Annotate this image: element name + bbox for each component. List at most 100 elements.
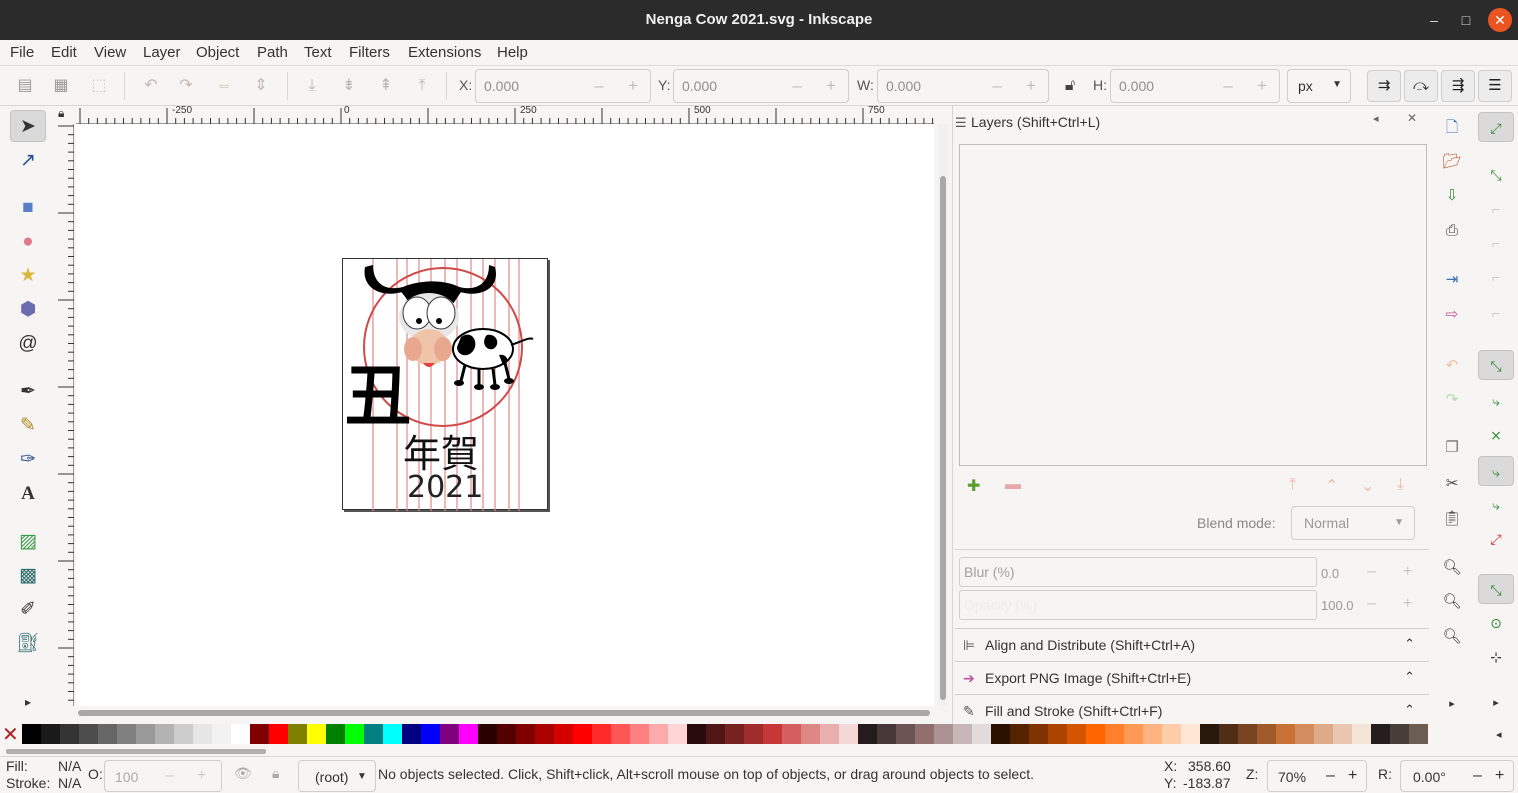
layer-to-bottom-icon[interactable]: ⤓ xyxy=(1397,476,1404,494)
lock-ratio-icon[interactable]: 🔓︎ xyxy=(1059,75,1081,97)
lower-icon[interactable]: ⇟ xyxy=(338,75,360,97)
snap-bbox-midpoint-icon[interactable]: ⌐ xyxy=(1478,262,1514,292)
lock-guides-icon[interactable]: 🔒︎ xyxy=(58,106,64,121)
fill-stroke-panel[interactable]: ✎ Fill and Stroke (Shift+Ctrl+F) ⌃ xyxy=(955,694,1429,724)
color-swatch[interactable] xyxy=(1219,724,1238,744)
color-swatch[interactable] xyxy=(155,724,174,744)
color-swatch[interactable] xyxy=(250,724,269,744)
align-distribute-panel[interactable]: ⊫ Align and Distribute (Shift+Ctrl+A) ⌃ xyxy=(955,628,1429,660)
chevron-up-icon[interactable]: ⌃ xyxy=(1404,636,1415,652)
opacity-decrement[interactable]: – xyxy=(165,767,174,785)
color-swatch[interactable] xyxy=(231,724,250,744)
color-swatch[interactable] xyxy=(706,724,725,744)
color-swatch[interactable] xyxy=(1029,724,1048,744)
color-swatch[interactable] xyxy=(79,724,98,744)
layers-list[interactable] xyxy=(959,144,1427,466)
w-decrement[interactable]: – xyxy=(984,76,1010,96)
color-swatch[interactable] xyxy=(801,724,820,744)
color-swatch[interactable] xyxy=(763,724,782,744)
stroke-value[interactable]: N/A xyxy=(58,775,81,791)
snap-bbox-corner-icon[interactable]: ⌐ xyxy=(1478,228,1514,258)
color-swatch[interactable] xyxy=(934,724,953,744)
deselect-icon[interactable]: ⬚ xyxy=(88,75,110,97)
blur-field[interactable]: Blur (%) xyxy=(959,557,1317,587)
color-swatch[interactable] xyxy=(915,724,934,744)
w-increment[interactable]: + xyxy=(1018,76,1044,96)
expand-snap-icon[interactable]: ▸ xyxy=(1478,688,1514,718)
import-icon[interactable]: ⇥ xyxy=(1440,268,1464,292)
rotate-cw-icon[interactable]: ↷ xyxy=(175,75,197,97)
cut-icon[interactable]: ✂ xyxy=(1440,472,1464,496)
color-swatch[interactable] xyxy=(1124,724,1143,744)
color-swatch[interactable] xyxy=(345,724,364,744)
zoom-selection-icon[interactable]: 🔍︎ xyxy=(1440,556,1464,580)
fill-value[interactable]: N/A xyxy=(58,758,81,774)
zoom-drawing-icon[interactable]: 🔍︎ xyxy=(1440,590,1464,614)
page[interactable]: 丑 年賀 2021 xyxy=(342,258,549,511)
flip-horizontal-icon[interactable]: ⇔ xyxy=(213,75,235,97)
rotate-spin[interactable]: 0.00° – + xyxy=(1400,760,1514,792)
color-swatch[interactable] xyxy=(1390,724,1409,744)
snap-nodes-icon[interactable]: ⤡ xyxy=(1478,350,1514,380)
transform-patterns-toggle[interactable]: ☰ xyxy=(1478,70,1512,102)
mesh-tool[interactable]: ▩ xyxy=(10,560,46,592)
snap-rotation-center-icon[interactable]: ⊹ xyxy=(1478,642,1514,672)
dropper-tool[interactable]: ✐ xyxy=(10,594,46,626)
snap-bbox-edge-icon[interactable]: ⌐ xyxy=(1478,194,1514,224)
chevron-up-icon[interactable]: ⌃ xyxy=(1404,669,1415,685)
color-swatch[interactable] xyxy=(1371,724,1390,744)
expand-commands-icon[interactable]: ▸ xyxy=(1440,692,1464,716)
color-swatch[interactable] xyxy=(1143,724,1162,744)
menu-layer[interactable]: Layer xyxy=(143,44,181,61)
color-swatch[interactable] xyxy=(1010,724,1029,744)
color-swatch[interactable] xyxy=(288,724,307,744)
color-swatch[interactable] xyxy=(326,724,345,744)
color-swatch[interactable] xyxy=(1295,724,1314,744)
rotate-decrement[interactable]: – xyxy=(1473,767,1482,785)
copy-icon[interactable]: ❐ xyxy=(1440,436,1464,460)
color-swatch[interactable] xyxy=(1257,724,1276,744)
w-field[interactable]: 0.000 – + xyxy=(877,69,1049,103)
minimize-button[interactable]: – xyxy=(1422,8,1446,32)
snap-center-icon[interactable]: ⊙ xyxy=(1478,608,1514,638)
maximize-button[interactable]: □ xyxy=(1454,8,1478,32)
expand-toolbox-icon[interactable]: ▸ xyxy=(10,686,46,718)
color-swatch[interactable] xyxy=(573,724,592,744)
color-swatch[interactable] xyxy=(744,724,763,744)
y-field[interactable]: 0.000 – + xyxy=(673,69,849,103)
color-swatch[interactable] xyxy=(41,724,60,744)
rotate-ccw-icon[interactable]: ↶ xyxy=(140,75,162,97)
vertical-scrollbar[interactable] xyxy=(938,124,948,706)
snap-others-icon[interactable]: ⤡ xyxy=(1478,574,1514,604)
color-swatch[interactable] xyxy=(953,724,972,744)
add-layer-button[interactable]: ✚ xyxy=(967,476,980,496)
menu-filters[interactable]: Filters xyxy=(349,44,390,61)
color-swatch[interactable] xyxy=(212,724,231,744)
gradient-tool[interactable]: ▨ xyxy=(10,526,46,558)
close-button[interactable]: ✕ xyxy=(1488,8,1512,32)
menu-help[interactable]: Help xyxy=(497,44,528,61)
color-swatch[interactable] xyxy=(364,724,383,744)
redo-icon[interactable]: ↷ xyxy=(1440,388,1464,412)
color-swatch[interactable] xyxy=(440,724,459,744)
color-swatch[interactable] xyxy=(1067,724,1086,744)
snap-intersection-icon[interactable]: ⨯ xyxy=(1478,420,1514,450)
palette-menu-icon[interactable]: ◂ xyxy=(1496,728,1502,741)
nenga-cow-artwork[interactable]: 丑 年賀 2021 xyxy=(343,259,549,511)
scale-stroke-toggle[interactable]: ⇉ xyxy=(1367,70,1401,102)
color-swatch[interactable] xyxy=(1352,724,1371,744)
color-swatch[interactable] xyxy=(668,724,687,744)
color-swatch[interactable] xyxy=(1314,724,1333,744)
select-all-icon[interactable]: ▤ xyxy=(14,75,36,97)
color-swatch[interactable] xyxy=(1105,724,1124,744)
chevron-up-icon[interactable]: ⌃ xyxy=(1404,702,1415,718)
color-swatch[interactable] xyxy=(497,724,516,744)
snap-toggle-icon[interactable]: ⤢ xyxy=(1478,112,1514,142)
color-swatch[interactable] xyxy=(269,724,288,744)
snap-path-icon[interactable]: ⤷ xyxy=(1478,386,1514,416)
snap-cusp-icon[interactable]: ⤷ xyxy=(1478,456,1514,486)
export-icon[interactable]: ⇨ xyxy=(1440,303,1464,327)
spiral-tool[interactable]: @ xyxy=(10,328,46,360)
pen-tool[interactable]: ✒ xyxy=(10,376,46,408)
lower-to-bottom-icon[interactable]: ⤓ xyxy=(301,75,323,97)
